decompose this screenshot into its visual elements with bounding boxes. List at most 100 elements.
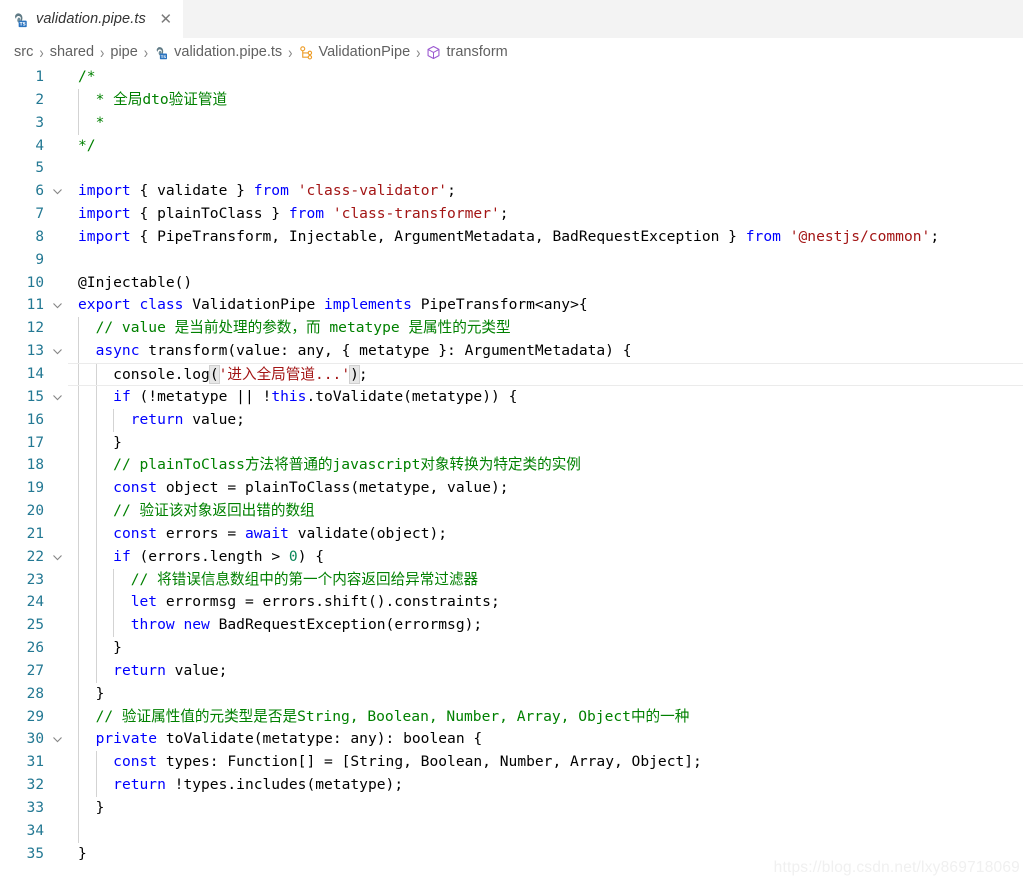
line-number: 4	[35, 137, 44, 154]
editor-tab-label: validation.pipe.ts	[36, 11, 146, 27]
fold-placeholder	[46, 112, 68, 135]
code-token: const	[113, 479, 158, 497]
code-line-content: const object = plainToClass(metatype, va…	[68, 477, 1023, 501]
fold-placeholder	[46, 523, 68, 546]
line-number: 12	[26, 320, 44, 337]
code-token: { PipeTransform, Injectable, ArgumentMet…	[130, 227, 746, 245]
breadcrumb-item-pipe[interactable]: pipe	[109, 44, 138, 60]
code-token: // 将错误信息数组中的第一个内容返回给异常过滤器	[130, 570, 479, 588]
code-line[interactable]: 24 let errormsg = errors.shift().constra…	[0, 591, 1023, 615]
code-line[interactable]: 7 import { plainToClass } from 'class-tra…	[0, 203, 1023, 226]
code-line[interactable]: 12 // value 是当前处理的参数，而 metatype 是属性的元类型	[0, 317, 1023, 341]
code-line[interactable]: 21 const errors = await validate(object)…	[0, 522, 1023, 546]
fold-placeholder	[46, 706, 68, 729]
fold-placeholder	[46, 203, 68, 226]
code-line[interactable]: 3 *	[0, 111, 1023, 135]
code-line[interactable]: 13 async transform(value: any, { metatyp…	[0, 340, 1023, 363]
line-number: 13	[26, 343, 44, 360]
code-line[interactable]: 10 @Injectable()	[0, 272, 1023, 295]
code-line[interactable]: 25 throw new BadRequestException(errorms…	[0, 614, 1023, 638]
method-symbol-icon	[426, 45, 441, 60]
line-number: 34	[26, 822, 44, 839]
code-line-content: const errors = await validate(object);	[68, 522, 1023, 546]
tab-bar-empty-space	[182, 0, 1023, 37]
breadcrumb-item-src[interactable]: src	[13, 44, 34, 60]
bracket-match-highlight: (	[208, 364, 220, 384]
code-line[interactable]: 16 return value;	[0, 408, 1023, 432]
code-token: // 验证属性值的元类型是否是String, Boolean, Number, …	[95, 707, 690, 725]
code-line[interactable]: 2 * 全局dto验证管道	[0, 88, 1023, 112]
fold-chevron-down-icon[interactable]	[46, 386, 68, 409]
code-line[interactable]: 18 // plainToClass方法将普通的javascript对象转换为特…	[0, 454, 1023, 478]
code-line-content: return !types.includes(metatype);	[68, 774, 1023, 797]
code-line-content: }	[68, 843, 1023, 866]
code-token: class	[139, 296, 184, 314]
line-number: 14	[26, 365, 44, 382]
code-line[interactable]: 34	[0, 819, 1023, 843]
code-line[interactable]: 27 return value;	[0, 659, 1023, 683]
code-line[interactable]: 15 if (!metatype || !this.toValidate(met…	[0, 385, 1023, 409]
code-line[interactable]: 30 private toValidate(metatype: any): bo…	[0, 728, 1023, 752]
code-line[interactable]: 19 const object = plainToClass(metatype,…	[0, 477, 1023, 501]
code-token: *	[95, 113, 105, 131]
fold-chevron-down-icon[interactable]	[46, 340, 68, 363]
code-line[interactable]: 6 import { validate } from 'class-validat…	[0, 180, 1023, 203]
code-line[interactable]: 28 }	[0, 682, 1023, 706]
svg-text:TS: TS	[161, 53, 167, 58]
code-line[interactable]: 32 return !types.includes(metatype);	[0, 774, 1023, 797]
code-token: if	[113, 547, 131, 565]
fold-placeholder	[46, 820, 68, 843]
code-line[interactable]: 23 // 将错误信息数组中的第一个内容返回给异常过滤器	[0, 568, 1023, 592]
fold-chevron-down-icon[interactable]	[46, 294, 68, 317]
line-number: 27	[26, 662, 44, 679]
code-token: }	[78, 844, 87, 862]
breadcrumb-item-validation-pipe-class[interactable]: ValidationPipe	[298, 44, 412, 60]
fold-chevron-down-icon[interactable]	[46, 180, 68, 203]
breadcrumb-item-shared[interactable]: shared	[49, 44, 95, 60]
code-line[interactable]: 22 if (errors.length > 0) {	[0, 545, 1023, 569]
fold-chevron-down-icon[interactable]	[46, 546, 68, 569]
breadcrumb-item-transform-method[interactable]: transform	[425, 44, 508, 60]
code-line[interactable]: 8 import { PipeTransform, Injectable, Arg…	[0, 226, 1023, 249]
code-line[interactable]: 26 }	[0, 637, 1023, 660]
code-line[interactable]: 35}	[0, 843, 1023, 866]
code-line[interactable]: 4 */	[0, 135, 1023, 158]
code-line[interactable]: 14 console.log('进入全局管道...');	[0, 362, 1023, 386]
code-token: const	[113, 524, 158, 542]
code-line[interactable]: 29 // 验证属性值的元类型是否是String, Boolean, Numbe…	[0, 705, 1023, 729]
code-line[interactable]: 33 }	[0, 797, 1023, 820]
code-token: import	[78, 205, 131, 223]
code-line[interactable]: 1 /*	[0, 66, 1023, 89]
line-number: 23	[26, 571, 44, 588]
code-line[interactable]: 9	[0, 249, 1023, 272]
code-token: }	[113, 433, 122, 451]
editor-tab-validation-pipe[interactable]: TS validation.pipe.ts ✕	[0, 0, 183, 38]
code-token: return	[130, 410, 184, 428]
fold-placeholder	[46, 637, 68, 660]
code-token: from	[288, 205, 325, 223]
code-token: if	[113, 387, 131, 405]
code-line[interactable]: 5	[0, 157, 1023, 180]
code-line[interactable]: 11 export class ValidationPipe implements…	[0, 294, 1023, 317]
code-line[interactable]: 17 }	[0, 431, 1023, 455]
code-token: @Injectable()	[78, 273, 193, 291]
code-token: '进入全局管道...'	[218, 365, 351, 383]
vscode-editor-window: TS validation.pipe.ts ✕ src › shared › p…	[0, 0, 1023, 891]
fold-placeholder	[46, 249, 68, 272]
code-token: console.log	[113, 365, 210, 383]
code-line-content: *	[68, 111, 1023, 135]
svg-text:TS: TS	[20, 21, 26, 27]
code-line-content: private toValidate(metatype: any): boole…	[68, 728, 1023, 752]
code-line[interactable]: 20 // 验证该对象返回出错的数组	[0, 500, 1023, 523]
breadcrumb-item-validation-pipe-ts[interactable]: TS validation.pipe.ts	[153, 44, 283, 60]
close-icon[interactable]: ✕	[157, 10, 175, 28]
code-line[interactable]: 31 const types: Function[] = [String, Bo…	[0, 751, 1023, 775]
code-line-content: */	[68, 135, 1023, 158]
code-editor-area[interactable]: 1/* 2 * 全局dto验证管道 3 * 4 */5 6 import { validat…	[0, 66, 1023, 891]
code-line-content: if (!metatype || !this.toValidate(metaty…	[68, 385, 1023, 409]
class-symbol-icon	[299, 45, 314, 60]
code-token: }	[113, 639, 122, 657]
fold-chevron-down-icon[interactable]	[46, 728, 68, 751]
line-number: 30	[26, 731, 44, 748]
